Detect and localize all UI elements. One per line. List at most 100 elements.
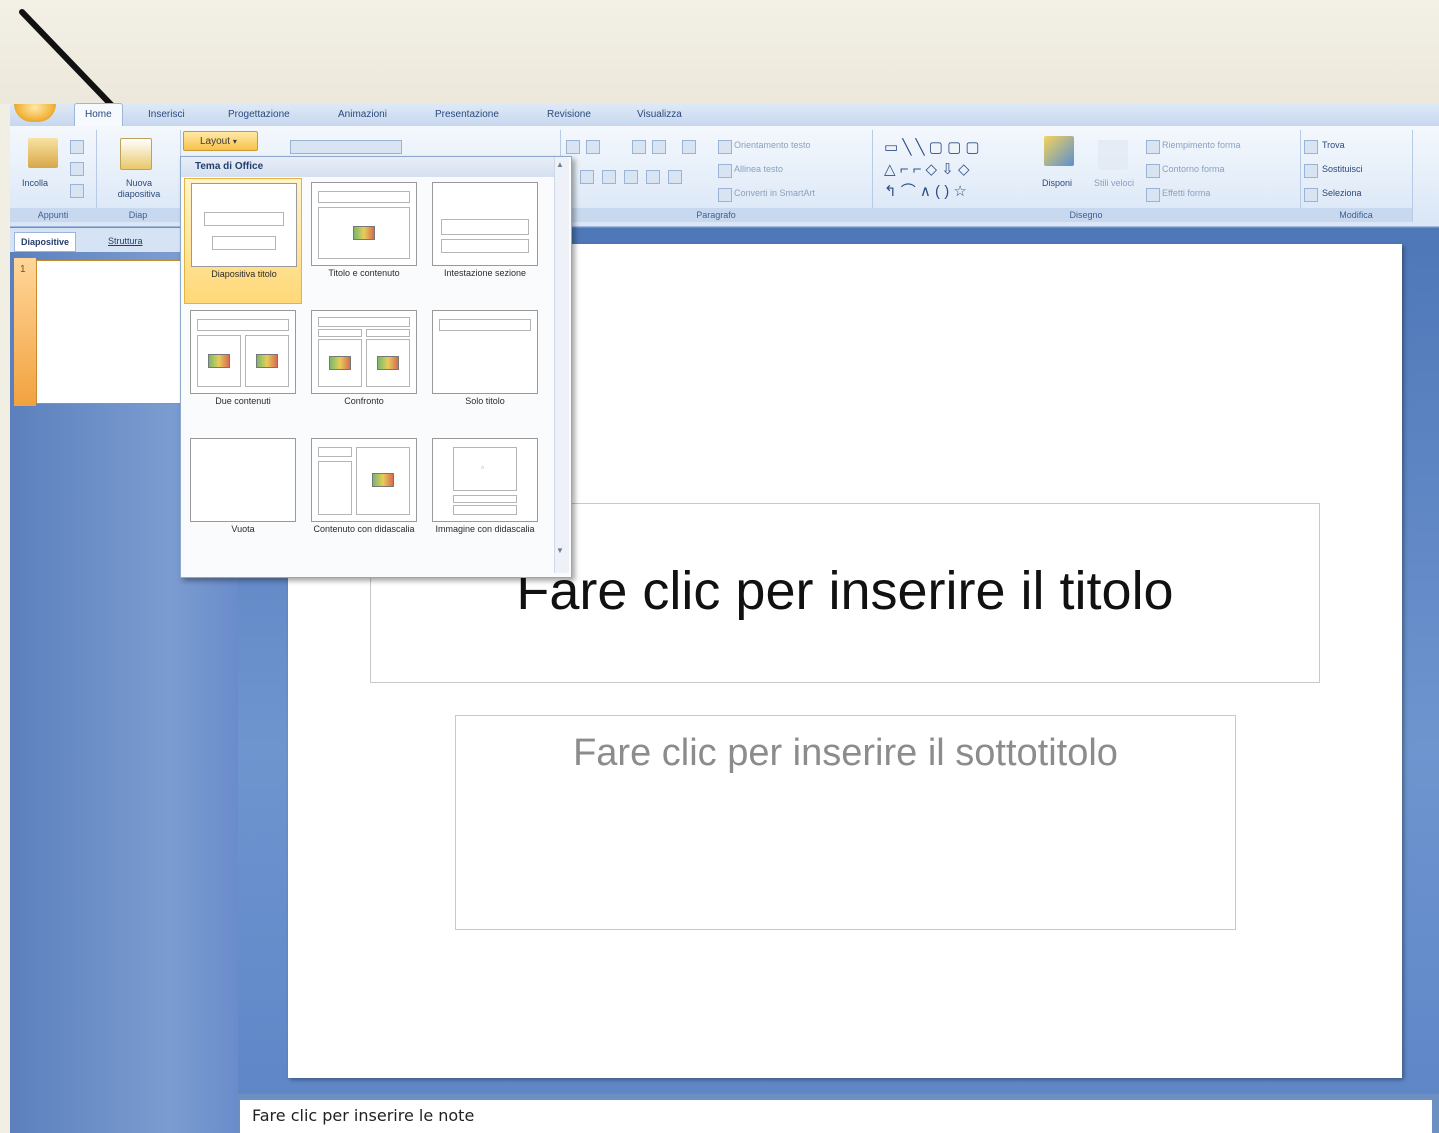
decrease-indent-icon[interactable] bbox=[632, 140, 646, 154]
tab-review[interactable]: Revisione bbox=[537, 104, 601, 126]
scroll-up-icon[interactable]: ▲ bbox=[556, 160, 564, 169]
bullets-icon[interactable] bbox=[566, 140, 580, 154]
paragraph-group: Orientamento testo Allinea testo Convert… bbox=[560, 130, 873, 222]
content-placeholder-icon bbox=[208, 354, 230, 368]
content-placeholder-icon bbox=[372, 473, 394, 487]
shape-effects-icon[interactable] bbox=[1146, 188, 1160, 202]
layout-two-content[interactable]: Due contenuti bbox=[184, 306, 302, 432]
drawing-group-label: Disegno bbox=[872, 208, 1300, 222]
justify-icon[interactable] bbox=[646, 170, 660, 184]
gallery-title: Tema di Office bbox=[195, 161, 264, 172]
layout-blank[interactable]: Vuota bbox=[184, 434, 302, 560]
layout-thumb: ▫ bbox=[432, 438, 538, 522]
slides-group: Nuova diapositiva Diap bbox=[96, 130, 181, 222]
line-spacing-icon[interactable] bbox=[682, 140, 696, 154]
text-direction-icon[interactable] bbox=[718, 140, 732, 154]
paste-button[interactable]: Incolla bbox=[22, 178, 48, 188]
drawing-group: ▭ ╲ ╲ ▢ ▢ ▢ △ ⌐ ⌐ ◇ ⇩ ◇ ↰ ⌒ ∧ ( ) ☆ Disp… bbox=[872, 130, 1301, 222]
shapes-row2-icon[interactable]: △ ⌐ ⌐ ◇ ⇩ ◇ bbox=[884, 162, 970, 177]
align-text-button[interactable]: Allinea testo bbox=[734, 164, 783, 174]
convert-smartart-button[interactable]: Converti in SmartArt bbox=[734, 188, 815, 198]
new-slide-button[interactable]: Nuova diapositiva bbox=[104, 178, 174, 200]
new-slide-icon[interactable] bbox=[120, 138, 152, 170]
font-name-combo[interactable] bbox=[290, 140, 402, 154]
picture-placeholder-icon: ▫ bbox=[481, 463, 484, 472]
columns-icon[interactable] bbox=[668, 170, 682, 184]
editing-group: Trova Sostituisci Seleziona Modifica bbox=[1300, 130, 1413, 222]
pane-tabs: Diapositive Struttura bbox=[10, 228, 180, 252]
replace-button[interactable]: Sostituisci bbox=[1322, 164, 1363, 174]
numbering-icon[interactable] bbox=[586, 140, 600, 154]
smartart-icon[interactable] bbox=[718, 188, 732, 202]
arrange-icon[interactable] bbox=[1044, 136, 1074, 166]
layout-title-slide[interactable]: Diapositiva titolo bbox=[184, 178, 302, 304]
layout-title-and-content[interactable]: Titolo e contenuto bbox=[305, 178, 423, 304]
layout-label: Vuota bbox=[231, 524, 255, 534]
layout-label: Immagine con didascalia bbox=[435, 524, 535, 534]
tab-animations[interactable]: Animazioni bbox=[328, 104, 397, 126]
align-text-icon[interactable] bbox=[718, 164, 732, 178]
layout-thumb bbox=[432, 310, 538, 394]
align-center-icon[interactable] bbox=[602, 170, 616, 184]
shape-fill-button[interactable]: Riempimento forma bbox=[1162, 140, 1241, 150]
shape-effects-button[interactable]: Effetti forma bbox=[1162, 188, 1210, 198]
layout-picture-with-caption[interactable]: ▫ Immagine con didascalia bbox=[426, 434, 544, 560]
tab-insert[interactable]: Inserisci bbox=[138, 104, 195, 126]
scroll-down-icon[interactable]: ▼ bbox=[556, 546, 564, 555]
shape-outline-button[interactable]: Contorno forma bbox=[1162, 164, 1225, 174]
clipboard-group: Incolla Appunti bbox=[10, 130, 97, 222]
find-icon[interactable] bbox=[1304, 140, 1318, 154]
arrange-button[interactable]: Disponi bbox=[1042, 178, 1072, 188]
replace-icon[interactable] bbox=[1304, 164, 1318, 178]
content-placeholder-icon bbox=[377, 356, 399, 370]
shape-fill-icon[interactable] bbox=[1146, 140, 1160, 154]
paste-icon[interactable] bbox=[28, 138, 58, 168]
content-placeholder-icon bbox=[353, 226, 375, 240]
select-button[interactable]: Seleziona bbox=[1322, 188, 1362, 198]
align-right-icon[interactable] bbox=[624, 170, 638, 184]
find-button[interactable]: Trova bbox=[1322, 140, 1345, 150]
layout-thumb bbox=[311, 438, 417, 522]
layout-button[interactable]: Layout ▾ bbox=[183, 131, 258, 151]
layout-title-only[interactable]: Solo titolo bbox=[426, 306, 544, 432]
editing-group-label: Modifica bbox=[1300, 208, 1412, 222]
format-painter-icon[interactable] bbox=[70, 184, 84, 198]
background-top bbox=[0, 0, 1439, 104]
quick-styles-icon[interactable] bbox=[1098, 140, 1128, 170]
select-icon[interactable] bbox=[1304, 188, 1318, 202]
slide-number: 1 bbox=[20, 264, 26, 275]
layout-thumb bbox=[311, 182, 417, 266]
layout-label: Contenuto con didascalia bbox=[313, 524, 415, 534]
cut-icon[interactable] bbox=[70, 140, 84, 154]
layout-button-label: Layout bbox=[200, 136, 231, 147]
tab-slide-show[interactable]: Presentazione bbox=[425, 104, 509, 126]
slide-thumbnail-selection bbox=[14, 258, 36, 406]
subtitle-placeholder-text: Fare clic per inserire il sottotitolo bbox=[573, 732, 1118, 774]
clipboard-group-label: Appunti bbox=[10, 208, 96, 222]
shapes-gallery-icon[interactable]: ▭ ╲ ╲ ▢ ▢ ▢ bbox=[884, 140, 980, 155]
ribbon-tab-bar: Home Inserisci Progettazione Animazioni … bbox=[10, 103, 1439, 126]
tab-outline[interactable]: Struttura bbox=[102, 232, 149, 250]
layout-label: Solo titolo bbox=[465, 396, 505, 406]
shapes-row3-icon[interactable]: ↰ ⌒ ∧ ( ) ☆ bbox=[884, 184, 967, 199]
tab-slides[interactable]: Diapositive bbox=[14, 232, 77, 252]
tab-home[interactable]: Home bbox=[74, 103, 123, 126]
gallery-scrollbar[interactable] bbox=[554, 157, 569, 573]
text-direction-button[interactable]: Orientamento testo bbox=[734, 140, 811, 150]
quick-styles-button[interactable]: Stili veloci bbox=[1094, 178, 1134, 188]
copy-icon[interactable] bbox=[70, 162, 84, 176]
slide-thumbnail[interactable] bbox=[36, 260, 186, 404]
content-placeholder-icon bbox=[256, 354, 278, 368]
layout-section-header[interactable]: Intestazione sezione bbox=[426, 178, 544, 304]
layout-comparison[interactable]: Confronto bbox=[305, 306, 423, 432]
increase-indent-icon[interactable] bbox=[652, 140, 666, 154]
layout-content-with-caption[interactable]: Contenuto con didascalia bbox=[305, 434, 423, 560]
layout-thumb bbox=[432, 182, 538, 266]
tab-design[interactable]: Progettazione bbox=[218, 104, 300, 126]
notes-placeholder-text: Fare clic per inserire le note bbox=[252, 1106, 475, 1125]
shape-outline-icon[interactable] bbox=[1146, 164, 1160, 178]
layout-thumb bbox=[311, 310, 417, 394]
tab-view[interactable]: Visualizza bbox=[627, 104, 692, 126]
align-left-icon[interactable] bbox=[580, 170, 594, 184]
slides-group-label: Diap bbox=[96, 208, 180, 222]
